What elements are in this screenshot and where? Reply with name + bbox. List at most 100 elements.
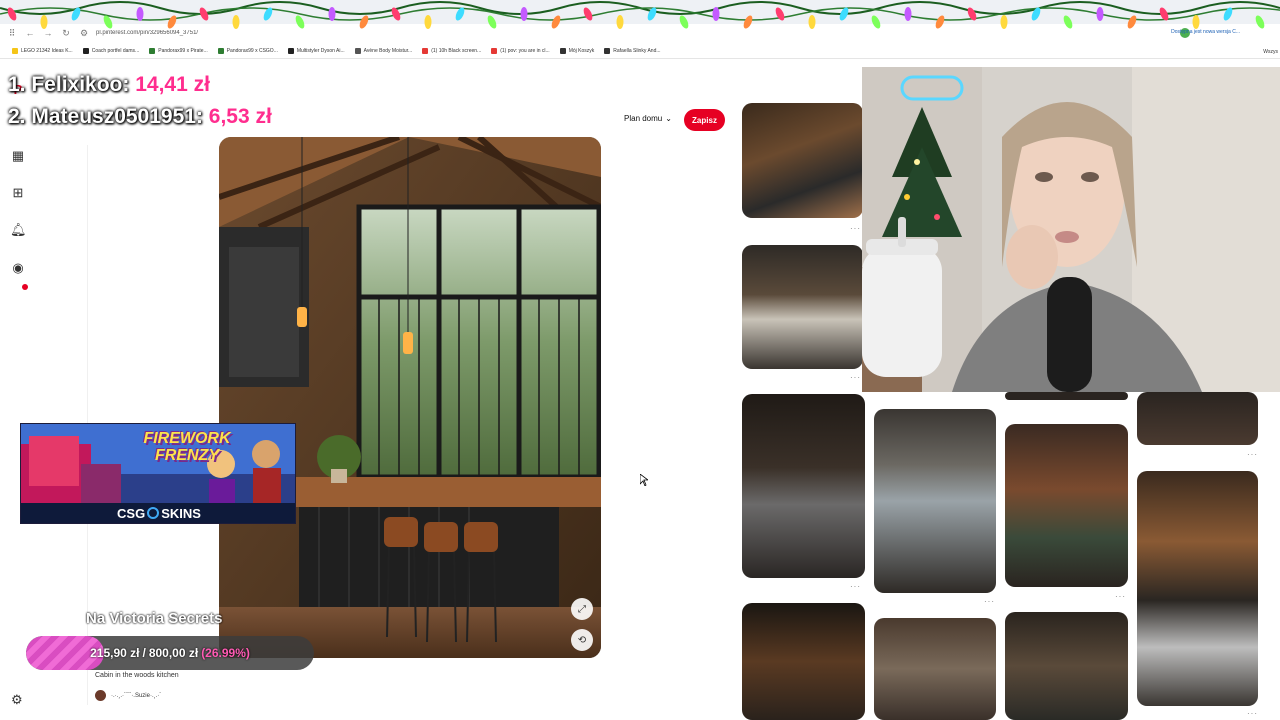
explore-icon[interactable]: ▦ [10,148,26,164]
donor-2: 2. Mateusz0501951: 6,53 zł [8,105,272,129]
notifications-icon[interactable]: 🔔︎ [10,222,27,238]
goal-label: Na Victoria Secrets [86,610,223,627]
more-icon[interactable]: ··· [850,224,861,233]
bookmark-label: (1) pov: you are in cl... [500,47,550,54]
ad-banner: FIREWORK FRENZY CSG SKINS [20,423,296,524]
back-nav-icon[interactable]: ← [24,28,36,38]
bookmark-item[interactable]: Multistyler Dyson Ai... [287,47,345,54]
bookmark-label: Avène Body Moistur... [363,47,413,54]
goal-current: 215,90 zł [90,646,140,660]
related-pin-2[interactable] [742,245,863,369]
expand-icon[interactable]: ⤢ [571,598,593,620]
bookmark-favicon-icon [149,47,156,54]
bookmark-label: Rafaella Slinky And... [613,47,661,54]
donor-amount: 6,53 zł [208,105,272,128]
goal-text: 215,90 zł / 800,00 zł (26.99%) [26,636,314,670]
bookmark-favicon-icon [12,47,18,54]
visual-search-icon[interactable]: ⟲ [571,629,593,651]
ad-brand-left: CSG [117,505,146,521]
related-pin-top[interactable] [1005,392,1128,400]
donor-amount: 14,41 zł [135,73,210,96]
bookmark-label: Pandorax99 x CSGO... [226,47,278,54]
browser-tab-bar [0,0,1280,24]
bookmark-favicon-icon [422,47,429,54]
more-icon[interactable]: ··· [850,373,861,382]
author-name[interactable]: ·.·.¸.·´¯`·.Suzie·.¸.·´ [111,693,161,699]
bookmark-item[interactable]: LEGO 21342 Ideas K... [12,47,73,54]
bookmark-favicon-icon [354,47,361,54]
bookmark-item[interactable]: (1) 10h Black screen... [422,47,482,54]
bookmark-favicon-icon [287,47,294,54]
related-pin-1[interactable] [742,103,863,218]
related-pin-8[interactable] [1005,612,1128,720]
more-icon[interactable]: ··· [1247,450,1258,459]
reload-icon[interactable]: ↻ [60,28,72,39]
save-button[interactable]: Zapisz [684,109,725,131]
board-select[interactable]: Plan domu ⌄ [624,114,672,123]
related-pin-3[interactable] [742,394,865,578]
more-icon[interactable]: ··· [1115,592,1126,601]
streamer-webcam-illustration [862,67,1280,392]
avatar[interactable] [95,690,106,701]
forward-nav-icon[interactable]: → [42,28,54,38]
mouse-cursor-icon [640,474,648,486]
site-info-icon[interactable]: ⚙ [78,28,90,39]
messages-icon[interactable]: ◉ [10,260,26,276]
pinterest-rail: P ▦ ⊞ 🔔︎ ◉ [0,60,36,720]
bookmark-label: Coach portfel dams... [91,47,140,54]
bookmark-label: Mój Koszyk [568,47,595,54]
related-pin-5[interactable] [874,409,996,593]
bookmark-item[interactable]: Mój Koszyk [559,47,595,54]
bookmark-label: (1) 10h Black screen... [431,47,482,54]
cabin-kitchen-illustration [219,137,601,658]
bookmark-item[interactable]: Pandorax99 x Pirate... [149,47,208,54]
screen: ⠿ ← → ↻ ⚙ pl.pinterest.com/pin/329656094… [0,0,1280,720]
address-bar: ⠿ ← → ↻ ⚙ pl.pinterest.com/pin/329656094… [0,24,1280,42]
apps-icon[interactable]: ⠿ [6,28,18,39]
goal-separator: / [142,646,146,660]
related-pin-6[interactable] [874,618,996,720]
settings-icon[interactable]: ⚙ [11,692,23,708]
donor-name: 1. Felixikoo: [8,73,130,96]
bookmark-item[interactable]: Coach portfel dams... [82,47,140,54]
pin-image[interactable]: ⤢ ⟲ [219,137,601,658]
notification-badge [22,284,28,290]
bookmark-favicon-icon [491,47,498,54]
pin-author[interactable]: ·.·.¸.·´¯`·.Suzie·.¸.·´ [95,690,161,701]
bookmark-label: Multistyler Dyson Ai... [296,47,345,54]
more-icon[interactable]: ··· [850,582,861,591]
bookmarks-bar: LEGO 21342 Ideas K... Coach portfel dams.… [0,43,1280,59]
update-notice[interactable]: Dostępna jest nowa wersja C... [1171,29,1240,35]
bookmark-item[interactable]: (1) pov: you are in cl... [491,47,550,54]
webcam-overlay [862,67,1280,392]
bookmark-item[interactable]: Rafaella Slinky And... [604,47,661,54]
donor-name: 2. Mateusz0501951: [8,105,203,128]
bookmark-label: Pandorax99 x Pirate... [158,47,208,54]
ad-brand: CSG SKINS [21,503,295,523]
more-icon[interactable]: ··· [1247,709,1258,718]
more-icon[interactable]: ··· [984,597,995,606]
bookmark-favicon-icon [604,47,611,54]
related-pin-4[interactable] [742,603,865,720]
bookmark-item[interactable]: Pandorax99 x CSGO... [217,47,278,54]
goal-percent: (26.99%) [201,646,250,660]
bookmark-label: LEGO 21342 Ideas K... [21,47,73,54]
related-pin-9[interactable] [1137,392,1258,445]
url-field[interactable]: pl.pinterest.com/pin/329656094_3751/ [96,30,396,36]
related-pin-10[interactable] [1137,471,1258,706]
bookmark-favicon-icon [559,47,566,54]
goal-progress-bar: 215,90 zł / 800,00 zł (26.99%) [26,636,314,670]
ad-brand-right: SKINS [161,505,201,521]
donor-1: 1. Felixikoo: 14,41 zł [8,73,210,97]
all-bookmarks[interactable]: Wszys [1263,49,1278,55]
ad-title: FIREWORK FRENZY [143,430,231,464]
bookmark-favicon-icon [82,47,89,54]
pin-title[interactable]: Cabin in the woods kitchen [95,672,179,679]
create-icon[interactable]: ⊞ [10,185,26,201]
chevron-down-icon: ⌄ [665,114,672,123]
goal-target: 800,00 zł [148,646,199,660]
target-icon [147,507,160,519]
board-select-label: Plan domu [624,114,663,123]
related-pin-7[interactable] [1005,424,1128,587]
bookmark-item[interactable]: Avène Body Moistur... [354,47,413,54]
